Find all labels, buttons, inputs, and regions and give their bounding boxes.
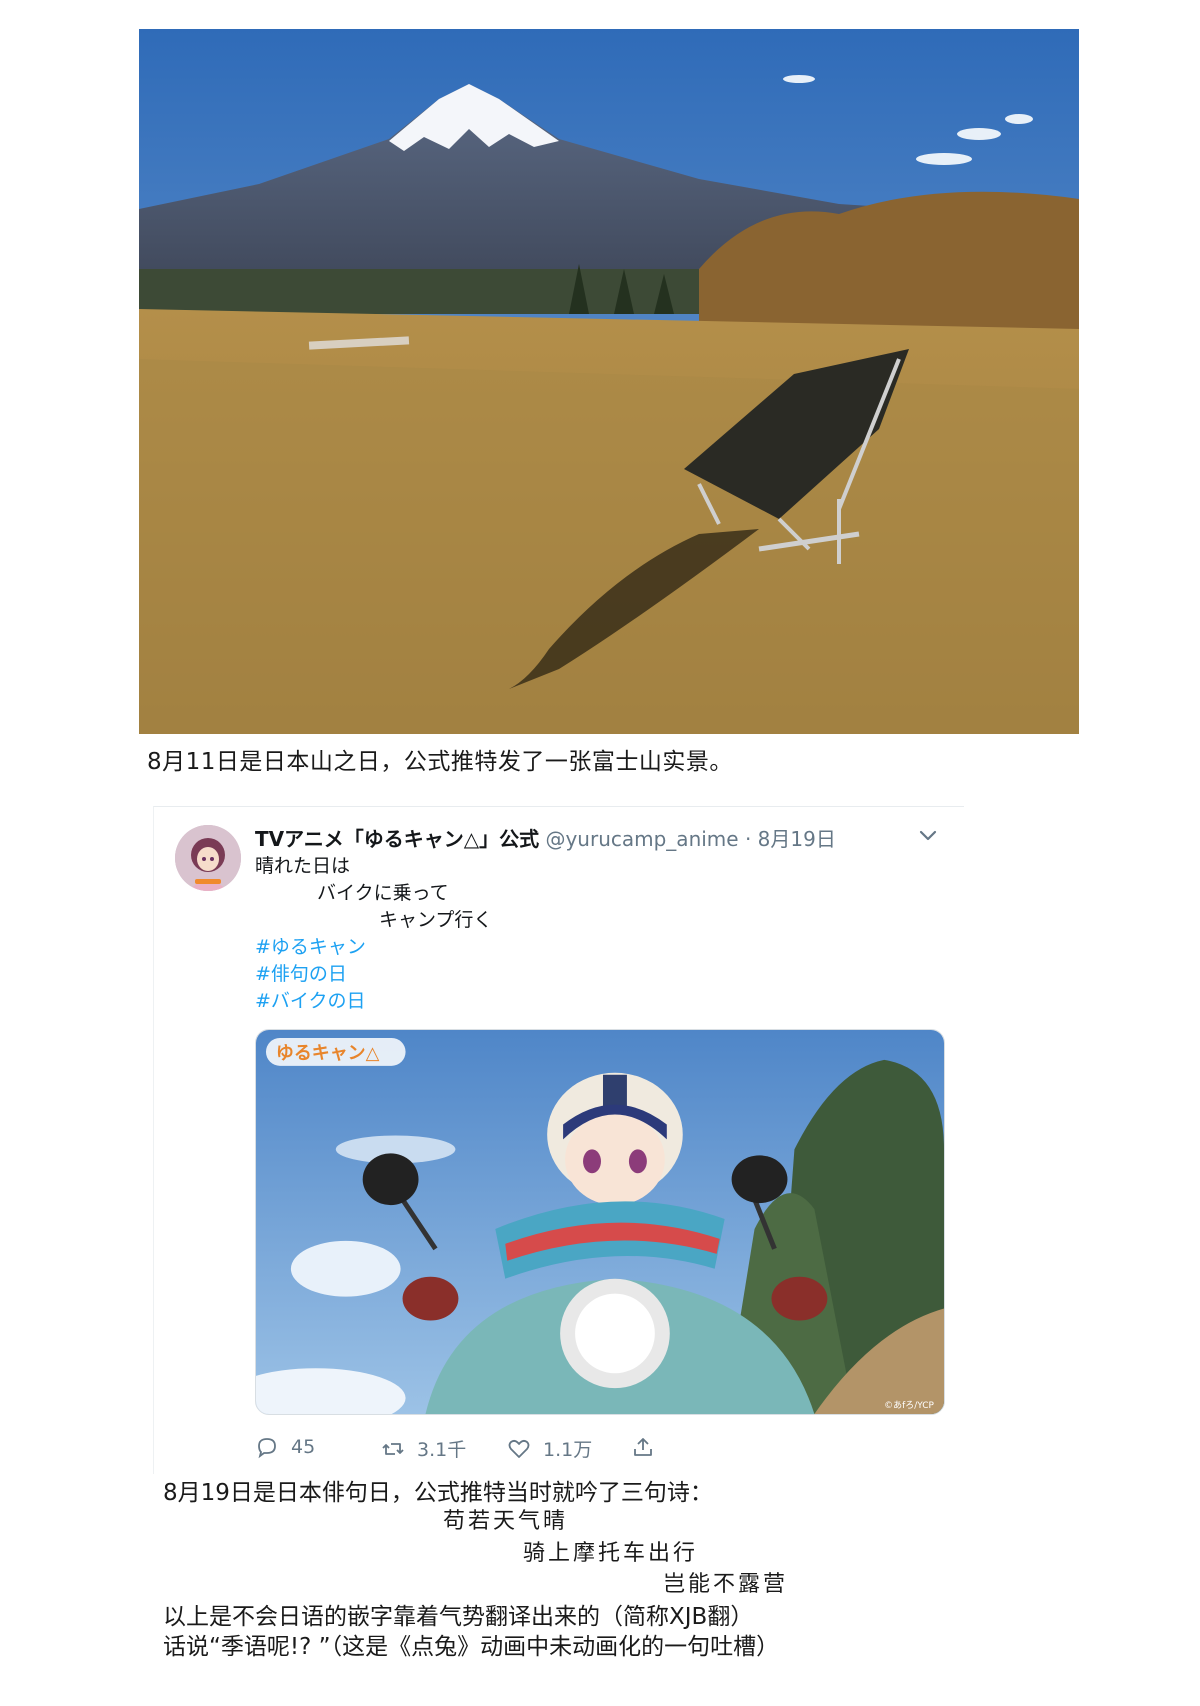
poem-line-3: 岂能不露营: [663, 1572, 789, 1597]
tweet-card[interactable]: TVアニメ「ゆるキャン△」公式 @yurucamp_anime · 8月19日 …: [153, 806, 964, 1474]
separator-dot: ·: [744, 827, 752, 851]
reply-icon: [258, 1438, 276, 1459]
tweet-line: バイクに乗って: [317, 882, 449, 904]
like-button[interactable]: 1.1万: [507, 1435, 592, 1462]
hashtag-link[interactable]: #ゆるキャン: [255, 934, 492, 961]
hashtag-link[interactable]: #俳句の日: [255, 961, 492, 988]
poem-line-2: 骑上摩托车出行: [523, 1541, 699, 1566]
anime-moto-image: ゆるキャン△ ©あfろ/YCP: [256, 1030, 944, 1414]
share-button[interactable]: [631, 1435, 667, 1459]
media-credit-text: ©あfろ/YCP: [884, 1400, 934, 1411]
tweet-header: TVアニメ「ゆるキャン△」公式 @yurucamp_anime · 8月19日: [255, 823, 836, 852]
tweet-date[interactable]: 8月19日: [758, 827, 836, 851]
avatar[interactable]: [175, 825, 241, 891]
tweet-actions: 45 3.1千 1.1万: [255, 1435, 755, 1461]
share-icon: [634, 1438, 652, 1456]
reply-button[interactable]: 45: [255, 1435, 315, 1459]
media-logo-text: ゆるキャン△: [276, 1043, 380, 1064]
like-count: 1.1万: [543, 1439, 593, 1461]
fuji-scene-image: [139, 29, 1079, 734]
avatar-image: [175, 825, 241, 891]
haiku-intro: 8月19日是日本俳句日，公式推特当时就吟了三句诗：: [163, 1480, 713, 1506]
photo-caption: 8月11日是日本山之日，公式推特发了一张富士山实景。: [147, 749, 733, 775]
tweet-line: 晴れた日は: [255, 855, 351, 877]
retweet-button[interactable]: 3.1千: [381, 1435, 466, 1462]
mount-fuji-photo: [139, 29, 1079, 734]
chevron-down-icon[interactable]: [917, 827, 939, 845]
translation-note: 以上是不会日语的嵌字靠着气势翻译出来的（简称XJB翻）: [163, 1604, 754, 1630]
retweet-count: 3.1千: [417, 1439, 467, 1461]
kigo-note: 话说“季语呢!? ”（这是《点兔》动画中未动画化的一句吐槽）: [163, 1634, 780, 1660]
tweet-media[interactable]: ゆるキャン△ ©あfろ/YCP: [255, 1029, 945, 1415]
poem-line-1: 苟若天气晴: [443, 1509, 569, 1534]
account-name[interactable]: TVアニメ「ゆるキャン△」公式: [255, 827, 539, 851]
retweet-icon: [382, 1442, 404, 1455]
heart-icon: [508, 1439, 530, 1458]
tweet-text: 晴れた日は バイクに乗って キャンプ行く #ゆるキャン #俳句の日 #バイクの日: [255, 853, 492, 1015]
tweet-line: キャンプ行く: [379, 909, 493, 931]
hashtag-link[interactable]: #バイクの日: [255, 988, 492, 1015]
account-handle[interactable]: @yurucamp_anime: [545, 827, 738, 851]
reply-count: 45: [291, 1436, 316, 1458]
